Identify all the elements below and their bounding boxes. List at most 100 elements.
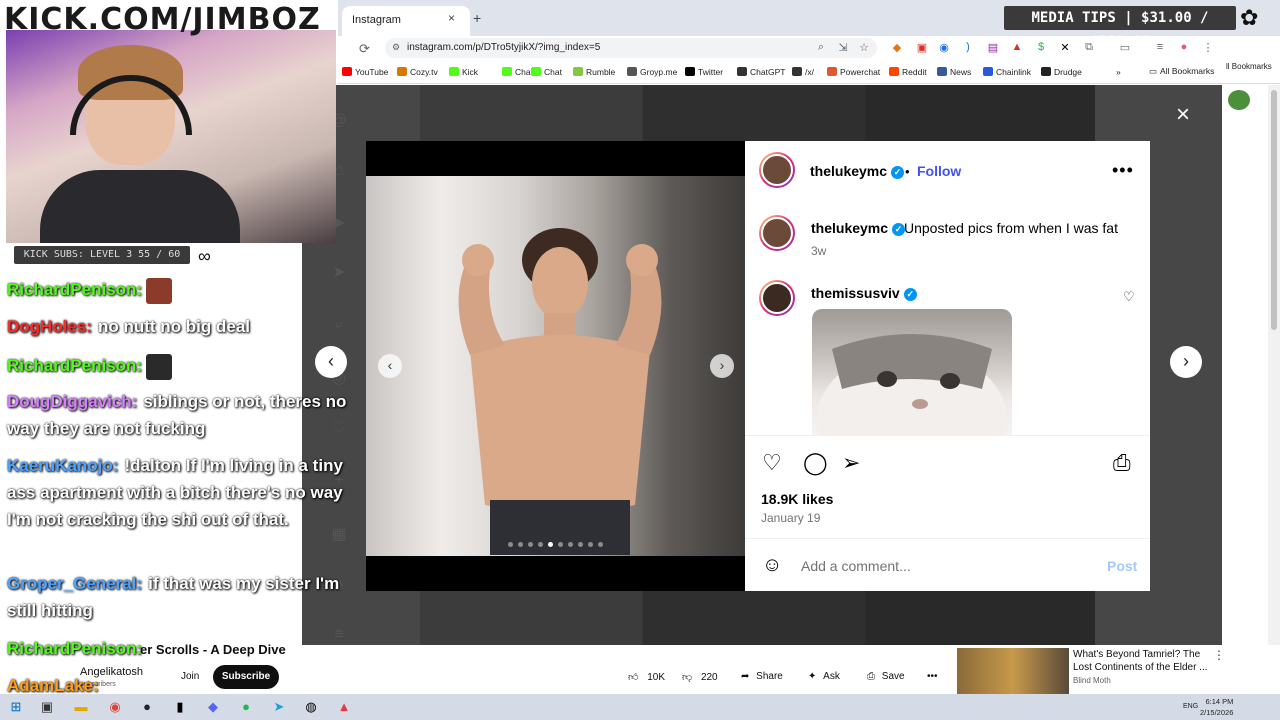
- save-video-button[interactable]: ⎙ Save: [867, 671, 905, 691]
- bookmark-item[interactable]: Powerchat: [827, 67, 880, 77]
- chat-username: DogHoles:: [7, 317, 92, 336]
- chat-emote: [146, 353, 173, 380]
- language-indicator[interactable]: ENG: [1183, 703, 1198, 710]
- all-bookmarks-button[interactable]: ▭ All Bookmarks: [1149, 66, 1214, 77]
- recommended-more-icon[interactable]: ⋮: [1213, 648, 1225, 662]
- follow-button[interactable]: Follow: [917, 163, 961, 179]
- extension-wave-icon[interactable]: ): [960, 41, 976, 53]
- comment-icon[interactable]: ◯: [803, 450, 828, 476]
- carousel-dot: [588, 542, 593, 547]
- extension-icon[interactable]: ◉: [936, 41, 952, 54]
- carousel-next-button[interactable]: ›: [710, 354, 734, 378]
- start-button-icon[interactable]: ⊞: [8, 699, 24, 715]
- app-icon[interactable]: ▲: [336, 699, 352, 715]
- likes-count[interactable]: 18.9K likes: [761, 491, 833, 507]
- obs-icon[interactable]: ◍: [303, 699, 319, 715]
- post-author[interactable]: thelukeymc ✓: [810, 163, 905, 179]
- close-icon[interactable]: ×: [1176, 101, 1190, 129]
- like-video-button[interactable]: 👍︎ 10K: [628, 671, 665, 691]
- x-extension-icon[interactable]: ✕: [1057, 41, 1073, 54]
- caption-author[interactable]: thelukeymc ✓: [811, 220, 906, 236]
- discord-icon[interactable]: ◆: [205, 699, 221, 715]
- chat-username: Groper_General:: [7, 574, 143, 593]
- bookmark-item[interactable]: Groyp.me: [627, 67, 677, 77]
- ask-button[interactable]: ✦ Ask: [808, 671, 840, 691]
- new-tab-button[interactable]: +: [473, 10, 481, 26]
- commenter-name: themissusviv: [811, 285, 900, 301]
- install-app-icon[interactable]: ⇲: [835, 41, 851, 54]
- telegram-icon[interactable]: ➤: [271, 699, 287, 715]
- share-video-button[interactable]: ➦ Share: [741, 671, 783, 691]
- bookmark-item[interactable]: /x/: [792, 67, 814, 77]
- bookmark-item[interactable]: ChatGPT: [737, 67, 785, 77]
- file-explorer-icon[interactable]: ▬: [73, 699, 89, 715]
- dislike-video-button[interactable]: 👎︎ 220: [682, 671, 718, 691]
- address-bar[interactable]: instagram.com/p/DTro5tyjikX/?img_index=5: [385, 38, 877, 58]
- extension-badge-icon[interactable]: ▣: [914, 41, 930, 54]
- next-post-button[interactable]: ›: [1170, 346, 1202, 378]
- sparkle-icon: ✦: [808, 671, 817, 682]
- extension-green-icon[interactable]: $: [1033, 41, 1049, 53]
- bookmark-item[interactable]: Chainlink: [983, 67, 1031, 77]
- reload-icon[interactable]: ⟳: [359, 41, 370, 57]
- recommended-video-thumbnail[interactable]: [957, 648, 1069, 694]
- bookmark-item[interactable]: Chat: [531, 67, 562, 77]
- commenter-avatar[interactable]: [759, 280, 795, 316]
- share-icon[interactable]: ➢: [842, 450, 860, 476]
- bookmark-item[interactable]: Reddit: [889, 67, 927, 77]
- bookmark-label: News: [950, 67, 972, 77]
- steam-icon[interactable]: ●: [139, 699, 155, 715]
- metamask-extension-icon[interactable]: ◆: [889, 41, 905, 54]
- bookmark-item[interactable]: Kick: [449, 67, 478, 77]
- caption-age[interactable]: 3w: [811, 244, 826, 258]
- caption-text: Unposted pics from when I was fat: [904, 220, 1118, 236]
- more-actions-icon[interactable]: •••: [927, 671, 938, 691]
- bookmark-item[interactable]: News: [937, 67, 971, 77]
- more-options-icon[interactable]: •••: [1112, 160, 1134, 181]
- author-avatar[interactable]: [759, 152, 795, 188]
- like-comment-icon[interactable]: ♡: [1123, 289, 1135, 305]
- bookmark-item[interactable]: Cozy.tv: [397, 67, 438, 77]
- chat-username: DougDiggavich:: [7, 392, 138, 411]
- bookmark-item[interactable]: Rumble: [573, 67, 615, 77]
- bookmark-label: Reddit: [902, 67, 927, 77]
- recommended-video-title[interactable]: What's Beyond Tamriel? The Lost Continen…: [1073, 648, 1213, 674]
- save-bookmark-icon[interactable]: ⎙: [1113, 450, 1131, 476]
- zoom-icon[interactable]: ⌕: [813, 41, 829, 54]
- bookmark-item[interactable]: Drudge: [1041, 67, 1082, 77]
- like-icon[interactable]: ♡: [762, 450, 782, 476]
- bookmark-item[interactable]: Twitter: [685, 67, 723, 77]
- post-comment-button[interactable]: Post: [1107, 558, 1137, 574]
- bookmark-label: /x/: [805, 67, 814, 77]
- bookmark-star-icon[interactable]: ☆: [856, 41, 872, 54]
- reading-list-icon[interactable]: ≡: [1152, 41, 1168, 53]
- comment-input[interactable]: Add a comment...: [801, 558, 911, 574]
- recommended-video-channel[interactable]: Blind Moth: [1073, 676, 1111, 685]
- chat-username: RichardPenison:: [7, 356, 143, 375]
- extension-purple-icon[interactable]: ▤: [985, 41, 1001, 54]
- commenter[interactable]: themissusviv ✓: [811, 285, 917, 301]
- browser-menu-icon[interactable]: ⋮: [1200, 41, 1216, 54]
- bookmark-favicon-icon: [937, 67, 947, 76]
- tab-close-icon[interactable]: ×: [448, 11, 455, 25]
- bookmark-favicon-icon: [792, 67, 802, 76]
- site-info-icon[interactable]: ⚙: [392, 42, 400, 53]
- bookmarks-overflow-button[interactable]: »: [1116, 67, 1121, 77]
- chrome-icon[interactable]: ◉: [107, 699, 123, 715]
- tips-logo-icon: ✿: [1240, 5, 1259, 30]
- bookmark-item[interactable]: Chat: [502, 67, 533, 77]
- extension-red-icon[interactable]: ▲: [1009, 41, 1025, 53]
- spotify-icon[interactable]: ●: [238, 699, 254, 715]
- kick-subs-goal: KICK SUBS: LEVEL 3 55 / 60: [14, 246, 190, 264]
- carousel-prev-button[interactable]: ‹: [378, 354, 402, 378]
- bookmark-item[interactable]: YouTube: [342, 67, 388, 77]
- caption-avatar[interactable]: [759, 215, 795, 251]
- carousel-dot: [598, 542, 603, 547]
- scrollbar-thumb[interactable]: [1271, 90, 1277, 330]
- streamer-body: [40, 170, 240, 243]
- profile-avatar-icon[interactable]: ●: [1176, 41, 1192, 53]
- terminal-icon[interactable]: ▮: [172, 699, 188, 715]
- system-clock[interactable]: 6:14 PM 2/15/2026: [1200, 696, 1233, 718]
- task-view-icon[interactable]: ▣: [39, 699, 55, 715]
- emoji-icon[interactable]: ☺: [762, 554, 782, 577]
